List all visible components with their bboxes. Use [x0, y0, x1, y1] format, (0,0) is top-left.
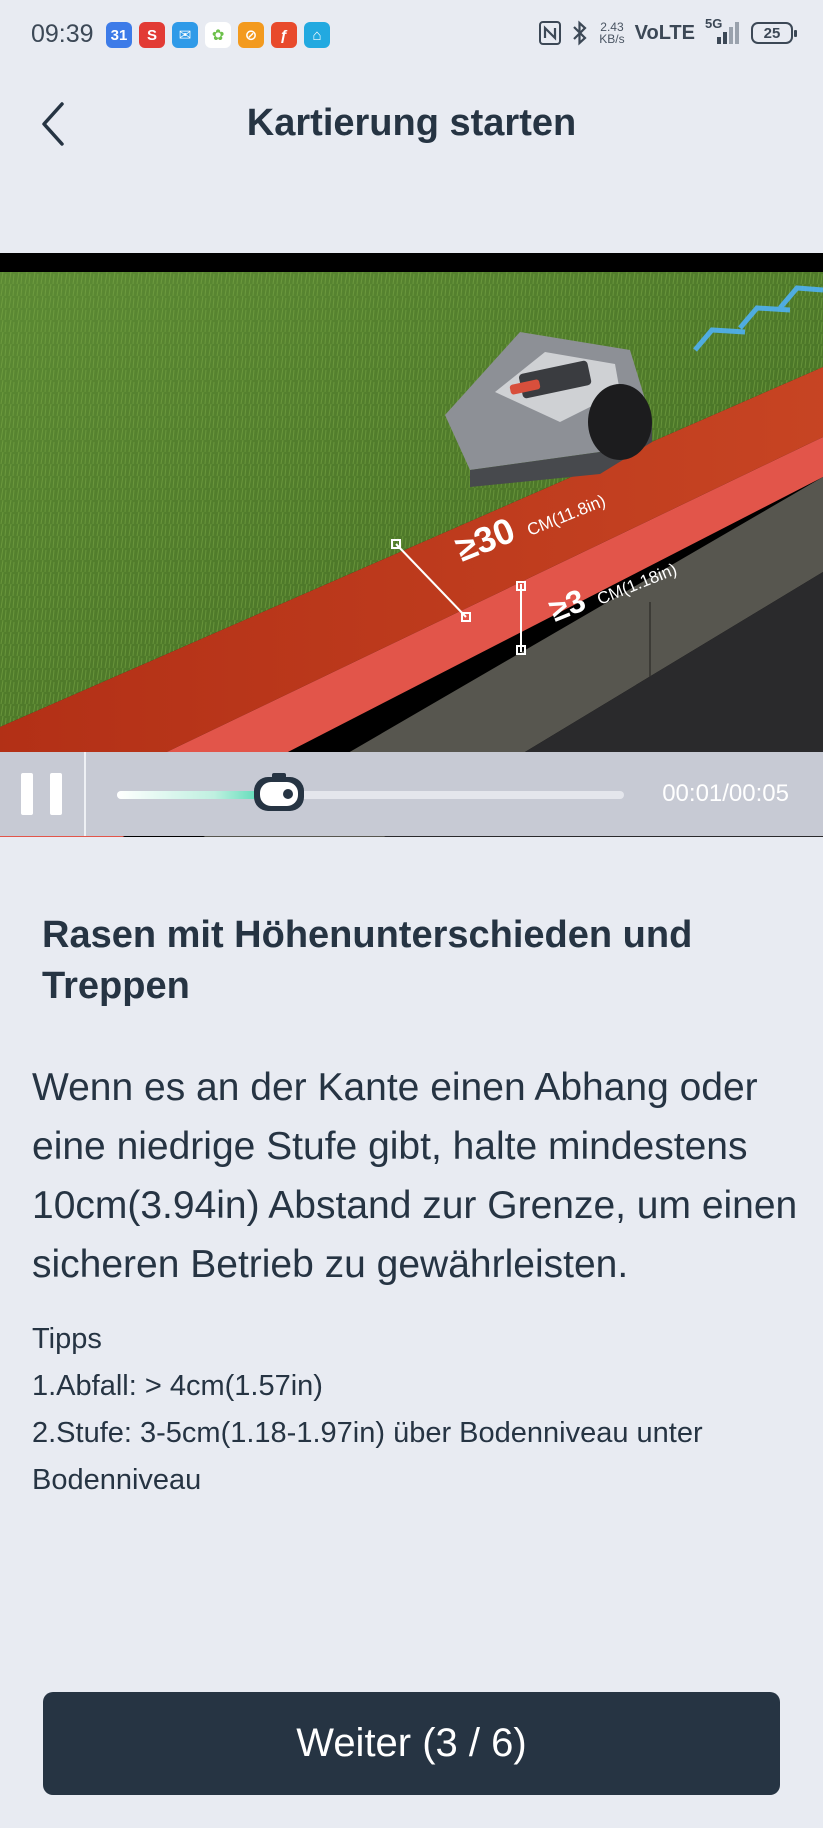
app-header: Kartierung starten [0, 72, 823, 182]
photos-icon: ✿ [205, 22, 231, 48]
red-app-icon: ƒ [271, 22, 297, 48]
nfc-icon [539, 21, 562, 45]
page-title: Kartierung starten [246, 102, 577, 144]
home-app-icon: ⌂ [304, 22, 330, 48]
tips-title: Tipps [32, 1323, 102, 1355]
status-indicators: 2.43 KB/s VoLTE 5G 25 [539, 16, 797, 46]
net-speed: 2.43 KB/s [599, 21, 624, 45]
s-app-icon: S [139, 22, 165, 48]
mail-icon: ✉ [172, 22, 198, 48]
notification-icons: 31 S ✉ ✿ ⊘ ƒ ⌂ [106, 22, 330, 48]
signal-icon: 5G [705, 16, 741, 46]
description-text: Wenn es an der Kante einen Abhang oder e… [32, 1066, 798, 1286]
video-controls: 00:01/00:05 [0, 752, 823, 836]
status-time: 09:39 [31, 20, 94, 48]
bluetooth-icon [573, 20, 587, 46]
pause-button[interactable] [0, 752, 84, 836]
time-readout: 00:01/00:05 [662, 780, 789, 807]
battery-level: 25 [763, 24, 781, 42]
section-heading: Rasen mit Höhenunterschieden und Treppen [42, 914, 693, 1007]
calendar-icon: 31 [106, 22, 132, 48]
net-speed-unit: KB/s [599, 32, 625, 46]
battery-icon: 25 [751, 22, 797, 44]
tip-item: 2.Stufe: 3-5cm(1.18-1.97in) über Bodenni… [32, 1417, 703, 1496]
controls-divider [84, 752, 86, 836]
progress-thumb[interactable] [252, 771, 306, 815]
progress-slider[interactable] [117, 773, 624, 811]
orange-app-icon: ⊘ [238, 22, 264, 48]
tips-section: Tipps 1.Abfall: > 4cm(1.57in) 2.Stufe: 3… [32, 1316, 802, 1504]
tip-item: 1.Abfall: > 4cm(1.57in) [32, 1370, 323, 1402]
status-bar: 09:39 31 S ✉ ✿ ⊘ ƒ ⌂ 2.43 KB/s VoLTE 5G [0, 0, 823, 72]
next-button[interactable]: Weiter (3 / 6) [43, 1692, 780, 1795]
video-player[interactable]: ≥30 CM(11.8in) ≥3 CM(1.18in) [0, 253, 823, 837]
volte-label: VoLTE [634, 21, 695, 44]
slider-knob-icon [254, 773, 305, 811]
